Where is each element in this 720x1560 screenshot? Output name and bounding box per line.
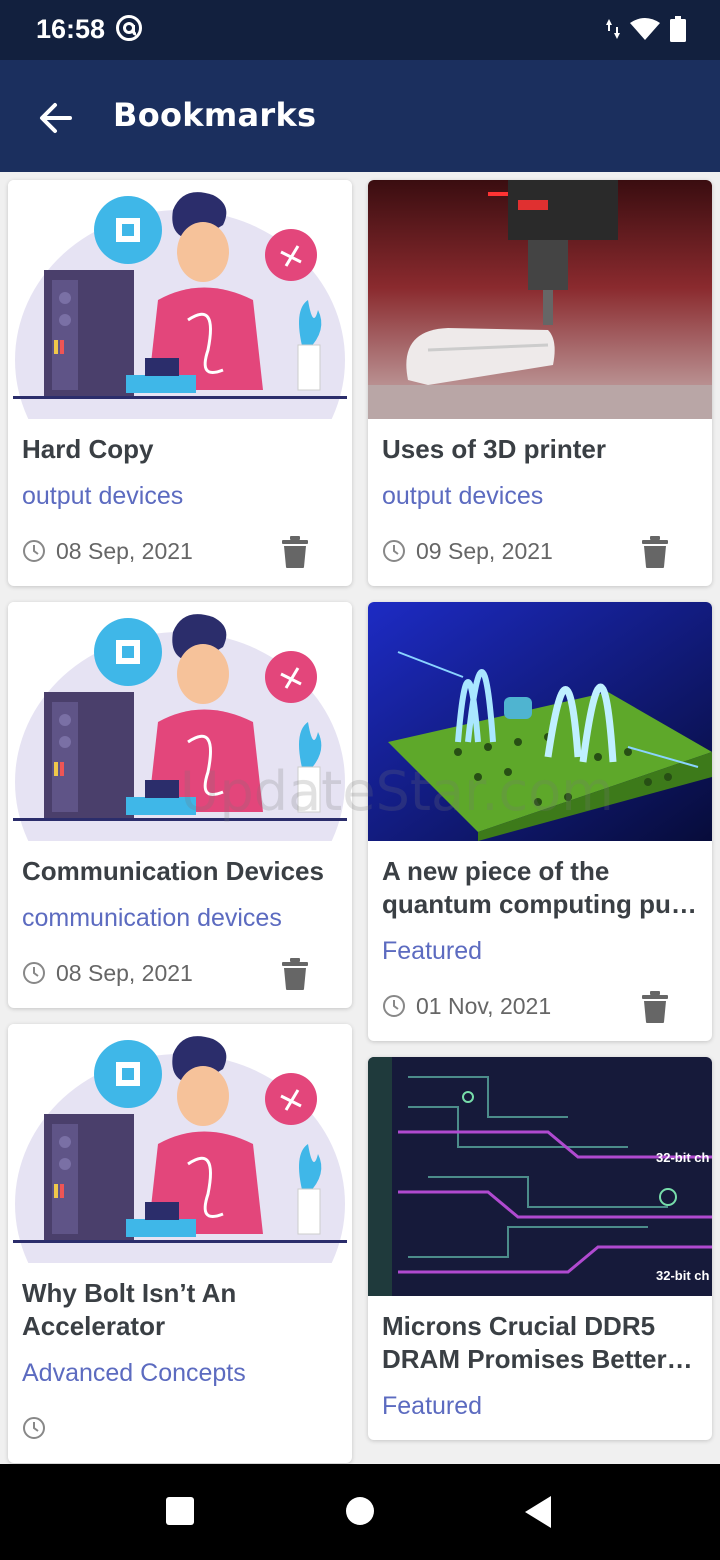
3d-printer-photo [368, 180, 712, 419]
card-body: Hard Copy output devices 08 Sep, 2021 [8, 419, 352, 586]
page-title: Bookmarks [113, 96, 317, 134]
quantum-photo [368, 602, 712, 841]
card-title: A new piece of the quantum computing pu… [382, 856, 697, 919]
system-nav-bar [0, 1464, 720, 1560]
card-title: Hard Copy [22, 434, 154, 464]
status-time: 16:58 [36, 14, 106, 44]
delete-trash-icon[interactable] [282, 958, 308, 990]
card-meta: 01 Nov, 2021 [382, 989, 698, 1023]
card-category[interactable]: communication devices [22, 902, 338, 934]
card-date: 09 Sep, 2021 [416, 537, 553, 564]
illustration-thumbnail [8, 602, 352, 841]
wifi-icon [630, 18, 660, 40]
card-category[interactable]: output devices [22, 480, 338, 512]
card-body: A new piece of the quantum computing pu…… [368, 841, 712, 1041]
illustration-thumbnail [8, 180, 352, 419]
card-body: Microns Crucial DDR5 DRAM Promises Bette… [368, 1296, 712, 1440]
left-column: Hard Copy output devices 08 Sep, 2021 Co… [8, 180, 352, 1464]
card-title: Communication Devices [22, 856, 324, 886]
card-body: Communication Devices communication devi… [8, 841, 352, 1008]
bookmark-card[interactable]: Communication Devices communication devi… [8, 602, 352, 1008]
clock-icon [383, 540, 405, 562]
card-category[interactable]: Featured [382, 935, 698, 967]
card-date: 08 Sep, 2021 [56, 537, 193, 564]
clock-icon [23, 540, 45, 562]
data-transfer-icon [606, 19, 620, 39]
status-bar: 16:58 [0, 0, 720, 60]
bookmark-card[interactable]: A new piece of the quantum computing pu…… [368, 602, 712, 1041]
back-triangle-icon[interactable] [523, 1496, 553, 1528]
recents-square-icon[interactable] [165, 1496, 195, 1526]
bookmark-card[interactable]: Why Bolt Isn’t An Accelerator Advanced C… [8, 1024, 352, 1463]
app-bar: Bookmarks [0, 60, 720, 172]
at-sign-icon [116, 15, 142, 41]
card-meta: 08 Sep, 2021 [22, 956, 338, 990]
card-category[interactable]: Advanced Concepts [22, 1357, 338, 1389]
card-body: Why Bolt Isn’t An Accelerator Advanced C… [8, 1263, 352, 1463]
card-title: Why Bolt Isn’t An Accelerator [22, 1278, 237, 1341]
card-body: Uses of 3D printer output devices 09 Sep… [368, 419, 712, 586]
clock-icon [23, 962, 45, 984]
card-meta: 08 Sep, 2021 [22, 534, 338, 568]
bookmark-card[interactable]: 32-bit ch 32-bit ch Microns Crucial DDR5… [368, 1057, 712, 1440]
card-category[interactable]: output devices [382, 480, 698, 512]
circuit-board-photo: 32-bit ch 32-bit ch [368, 1057, 712, 1296]
card-title: Microns Crucial DDR5 DRAM Promises Bette… [382, 1311, 667, 1374]
bookmarks-grid[interactable]: Hard Copy output devices 08 Sep, 2021 Co… [0, 172, 720, 1464]
card-title: Uses of 3D printer [382, 434, 606, 464]
delete-trash-icon[interactable] [642, 991, 668, 1023]
delete-trash-icon[interactable] [642, 536, 668, 568]
card-meta: 09 Sep, 2021 [382, 534, 698, 568]
bookmark-card[interactable]: Uses of 3D printer output devices 09 Sep… [368, 180, 712, 586]
home-circle-icon[interactable] [345, 1496, 375, 1526]
right-column: Uses of 3D printer output devices 09 Sep… [368, 180, 712, 1456]
bookmark-card[interactable]: Hard Copy output devices 08 Sep, 2021 [8, 180, 352, 586]
circuit-label: 32-bit ch [656, 1268, 710, 1283]
battery-icon [670, 16, 686, 42]
clock-icon [383, 995, 405, 1017]
circuit-label: 32-bit ch [656, 1150, 710, 1165]
card-date: 08 Sep, 2021 [56, 959, 193, 986]
delete-trash-icon[interactable] [282, 536, 308, 568]
card-category[interactable]: Featured [382, 1390, 698, 1422]
back-arrow-icon[interactable] [34, 96, 78, 140]
card-date: 01 Nov, 2021 [416, 992, 552, 1019]
illustration-thumbnail [8, 1024, 352, 1263]
clock-icon [23, 1417, 45, 1439]
card-meta [22, 1411, 338, 1445]
